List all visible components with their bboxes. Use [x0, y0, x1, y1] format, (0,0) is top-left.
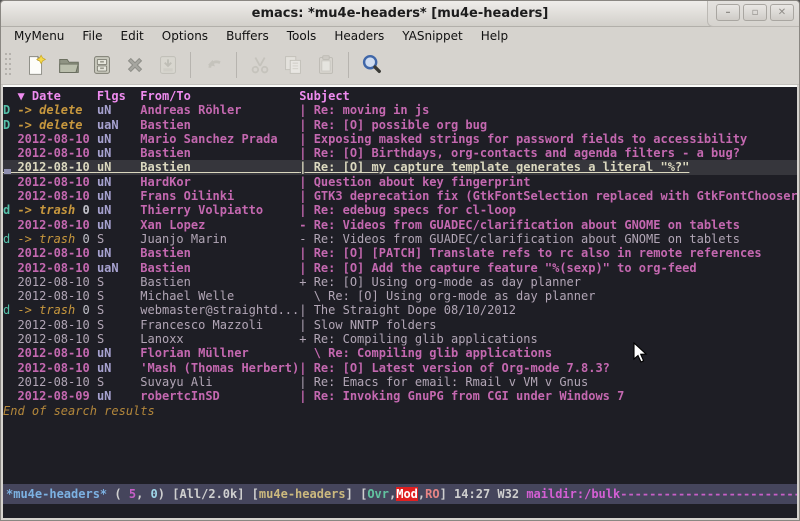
mode-line-segment: ) [All/2.0k] [	[158, 487, 259, 501]
header-row[interactable]: 2012-08-10 uN Florian Müllner \ Re: Comp…	[3, 346, 797, 360]
cut-button	[243, 49, 276, 81]
save-as-icon	[155, 52, 181, 78]
menu-item-edit[interactable]: Edit	[112, 27, 153, 46]
header-row[interactable]: D -> delete uaN Bastien | Re: [O] possib…	[3, 118, 797, 132]
header-row[interactable]: 2012-08-10 S Michael Welle \ Re: [O] Usi…	[3, 289, 797, 303]
header-row[interactable]: 2012-08-10 uN Bastien | Re: [O] [PATCH] …	[3, 246, 797, 260]
mode-line-segment: *mu4e-headers*	[6, 487, 107, 501]
header-row[interactable]: 2012-08-10 uN 'Mash (Thomas Herbert)| Re…	[3, 361, 797, 375]
menu-item-options[interactable]: Options	[153, 27, 217, 46]
mode-line-segment: ,	[418, 487, 425, 501]
mode-line-segment: maildir:/bulk	[526, 487, 620, 501]
maximize-button[interactable]: ▫	[743, 4, 767, 21]
header-row[interactable]: 2012-08-10 uN Mario Sanchez Prada | Expo…	[3, 132, 797, 146]
paste-icon	[313, 52, 339, 78]
toolbar-grip-handle[interactable]	[4, 52, 13, 78]
save-icon	[89, 52, 115, 78]
minimize-button[interactable]: –	[716, 4, 740, 21]
menu-item-tools[interactable]: Tools	[278, 27, 326, 46]
open-folder-icon	[56, 52, 82, 78]
end-of-search-results: End of search results	[3, 404, 797, 418]
new-file-button[interactable]	[19, 49, 52, 81]
text-cursor	[4, 169, 11, 174]
header-row[interactable]: 2012-08-09 uN robertcInSD | Re: Invoking…	[3, 389, 797, 403]
header-row[interactable]: 2012-08-10 S Lanoxx + Re: Compiling glib…	[3, 332, 797, 346]
header-row[interactable]: 2012-08-10 uaN Bastien | Re: [O] Add the…	[3, 261, 797, 275]
header-row[interactable]: d -> trash 0 S Juanjo Marin - Re: Videos…	[3, 232, 797, 246]
menu-item-mymenu[interactable]: MyMenu	[5, 27, 73, 46]
mode-line-segment: ,	[136, 487, 150, 501]
mode-line-segment: ] [	[346, 487, 368, 501]
mode-line-segment: ,	[389, 487, 396, 501]
save-as-button	[151, 49, 184, 81]
header-row[interactable]: 2012-08-10 uN HardKor | Question about k…	[3, 175, 797, 189]
paste-button	[309, 49, 342, 81]
open-folder-button[interactable]	[52, 49, 85, 81]
header-row[interactable]: d -> trash 0 uN Thierry Volpiatto | Re: …	[3, 203, 797, 217]
mode-line-segment: RO	[425, 487, 439, 501]
close-buffer-button[interactable]	[118, 49, 151, 81]
search-button[interactable]	[355, 49, 388, 81]
header-row[interactable]: 2012-08-10 uN Bastien | Re: [O] Birthday…	[3, 146, 797, 160]
toolbar-separator	[348, 52, 349, 78]
mu4e-headers-buffer: ▼ Date Flgs From/To Subject D -> delete …	[3, 85, 797, 518]
header-row[interactable]: 2012-08-10 S Bastien + Re: [O] Using org…	[3, 275, 797, 289]
menu-item-buffers[interactable]: Buffers	[217, 27, 278, 46]
window-title: emacs: *mu4e-headers* [mu4e-headers]	[1, 1, 799, 27]
mode-line-segment: (	[107, 487, 129, 501]
toolbar	[1, 46, 799, 85]
header-row[interactable]: 2012-08-10 S Francesco Mazzoli | Slow NN…	[3, 318, 797, 332]
undo-button	[197, 49, 230, 81]
emacs-window: emacs: *mu4e-headers* [mu4e-headers] –▫✕…	[0, 0, 800, 521]
header-row[interactable]: 2012-08-10 uN Frans Oilinki | GTK3 depre…	[3, 189, 797, 203]
menu-item-headers[interactable]: Headers	[325, 27, 393, 46]
header-rows: D -> delete uN Andreas Röhler | Re: movi…	[3, 103, 797, 403]
mode-line-segment: mu4e-headers	[259, 487, 346, 501]
mode-line-segment: 0	[151, 487, 158, 501]
header-row[interactable]: d -> trash 0 S webmaster@straightd...| T…	[3, 303, 797, 317]
new-file-icon	[23, 52, 49, 78]
menu-item-help[interactable]: Help	[472, 27, 517, 46]
titlebar: emacs: *mu4e-headers* [mu4e-headers] –▫✕	[1, 1, 799, 27]
header-row[interactable]: D -> delete uN Andreas Röhler | Re: movi…	[3, 103, 797, 117]
close-button[interactable]: ✕	[770, 4, 794, 21]
undo-icon	[201, 52, 227, 78]
copy-icon	[280, 52, 306, 78]
toolbar-separator	[236, 52, 237, 78]
menu-bar: MyMenuFileEditOptionsBuffersToolsHeaders…	[1, 27, 799, 46]
close-buffer-icon	[122, 52, 148, 78]
header-row[interactable]: 2012-08-10 uN Bastien | Re: [O] my captu…	[3, 160, 797, 174]
mode-line-segment: 5	[129, 487, 136, 501]
mode-line-segment: ] 14:27 W32	[440, 487, 527, 501]
menu-item-file[interactable]: File	[73, 27, 111, 46]
toolbar-separator	[190, 52, 191, 78]
search-icon	[359, 52, 385, 78]
save-button[interactable]	[85, 49, 118, 81]
frame-body: ▼ Date Flgs From/To Subject D -> delete …	[1, 85, 799, 520]
echo-area	[3, 504, 797, 518]
mode-line: *mu4e-headers* ( 5, 0) [All/2.0k] [mu4e-…	[3, 484, 797, 504]
mode-line-segment: --------------------------------------	[620, 487, 797, 501]
mode-line-segment: Ovr	[367, 487, 389, 501]
header-row[interactable]: 2012-08-10 S Suvayu Ali | Re: Emacs for …	[3, 375, 797, 389]
window-controls: –▫✕	[707, 1, 799, 27]
copy-button	[276, 49, 309, 81]
header-row[interactable]: 2012-08-10 uN Xan Lopez - Re: Videos fro…	[3, 218, 797, 232]
headers-column-header: ▼ Date Flgs From/To Subject	[3, 89, 797, 103]
cut-icon	[247, 52, 273, 78]
menu-item-yasnippet[interactable]: YASnippet	[393, 27, 472, 46]
mode-line-segment: Mod	[396, 487, 418, 501]
